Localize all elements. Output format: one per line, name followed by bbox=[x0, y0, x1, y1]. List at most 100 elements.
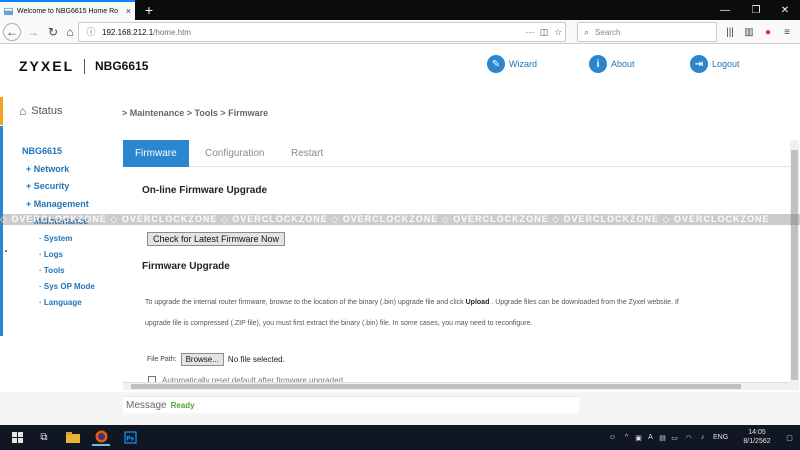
browser-tabbar: Welcome to NBG6615 Home Ro × + — ❐ ✕ bbox=[0, 0, 800, 20]
model-name: NBG6615 bbox=[95, 59, 149, 73]
online-upgrade-title: On-line Firmware Upgrade bbox=[142, 185, 268, 196]
status-label: Status bbox=[31, 105, 63, 117]
page-info-icon[interactable]: ⓘ bbox=[86, 27, 96, 37]
router-header: ZYXEL NBG6615 ✎ Wizard i About ⇥ Logout bbox=[0, 44, 800, 92]
home-icon[interactable]: ⌂ bbox=[61, 23, 79, 41]
sidebar-icon[interactable]: ▥ bbox=[741, 24, 757, 40]
decorative-dot bbox=[5, 250, 7, 252]
taskbar-clock[interactable]: 14:05 8/1/2562 bbox=[732, 428, 782, 446]
photoshop-icon[interactable]: Ps bbox=[121, 429, 139, 446]
message-label: Message bbox=[126, 399, 167, 411]
volume-icon[interactable]: ♪ bbox=[698, 433, 707, 442]
address-bar[interactable]: ⓘ 192.168.212.1/home.htm ··· ◫ ☆ bbox=[78, 22, 566, 42]
sidebar-item-security[interactable]: + Security bbox=[26, 181, 69, 191]
screen: Welcome to NBG6615 Home Ro × + — ❐ ✕ ← →… bbox=[0, 0, 800, 450]
logout-icon: ⇥ bbox=[690, 55, 708, 73]
sidebar-subitem-tools[interactable]: · Tools bbox=[39, 266, 65, 275]
browser-toolbar: ← → ↻ ⌂ ⓘ 192.168.212.1/home.htm ··· ◫ ☆… bbox=[0, 20, 800, 44]
search-placeholder: Search bbox=[595, 27, 621, 37]
svg-text:Ps: Ps bbox=[126, 437, 134, 443]
desc-text-a: To upgrade the internal router firmware,… bbox=[145, 299, 466, 306]
reload-icon[interactable]: ↻ bbox=[44, 23, 62, 41]
message-bar: Message Ready bbox=[123, 396, 579, 413]
notification-icon[interactable]: ▢ bbox=[785, 433, 794, 442]
wizard-icon: ✎ bbox=[487, 55, 505, 73]
sidebar-status[interactable]: ⌂ Status bbox=[0, 97, 113, 125]
window-minimize-button[interactable]: — bbox=[710, 0, 740, 20]
url-host: 192.168.212.1 bbox=[102, 27, 154, 37]
people-icon[interactable]: ☺ bbox=[608, 433, 617, 442]
zyxel-logo: ZYXEL bbox=[19, 58, 75, 74]
sidebar-item-network[interactable]: + Network bbox=[26, 164, 69, 174]
wifi-icon[interactable]: ◠ bbox=[684, 433, 693, 442]
url-text[interactable]: 192.168.212.1/home.htm bbox=[102, 28, 523, 37]
content-panel: Firmware Configuration Restart On-line F… bbox=[123, 140, 790, 390]
sidebar-item-management[interactable]: + Management bbox=[26, 199, 89, 209]
desc-text-c: . Upgrade files can be downloaded from t… bbox=[489, 299, 679, 306]
sidebar-subitem-language[interactable]: · Language bbox=[39, 298, 82, 307]
no-file-text: No file selected. bbox=[227, 355, 285, 364]
upgrade-description-line2: upgrade file is compressed (.ZIP file), … bbox=[145, 320, 533, 327]
back-arrow-icon[interactable]: ← bbox=[3, 23, 21, 41]
browse-button[interactable]: Browse... bbox=[180, 353, 224, 366]
breadcrumb: > Maintenance > Tools > Firmware bbox=[122, 108, 269, 118]
file-path-label: File Path: bbox=[147, 356, 177, 363]
battery-icon[interactable]: ▭ bbox=[670, 433, 679, 442]
tray-expand-icon[interactable]: ^ bbox=[622, 433, 631, 442]
logout-label: Logout bbox=[712, 59, 740, 69]
file-explorer-icon[interactable] bbox=[64, 429, 82, 446]
windows-start-icon[interactable] bbox=[8, 429, 26, 446]
url-path: /home.htm bbox=[153, 27, 191, 37]
pocket-icon[interactable]: ◫ bbox=[537, 27, 551, 38]
tab-close-icon[interactable]: × bbox=[126, 6, 131, 16]
message-status: Ready bbox=[170, 400, 195, 410]
content-tabs: Firmware Configuration Restart bbox=[123, 140, 790, 167]
sidebar-subitem-sys-op-mode[interactable]: · Sys OP Mode bbox=[39, 282, 95, 291]
new-tab-button[interactable]: + bbox=[140, 1, 158, 19]
desc-upload-word: Upload bbox=[465, 299, 490, 306]
language-indicator[interactable]: ENG bbox=[713, 434, 728, 441]
sidebar-device[interactable]: NBG6615 bbox=[22, 146, 62, 156]
page-favicon-icon bbox=[4, 7, 13, 15]
library-icon[interactable]: ||| bbox=[722, 24, 738, 40]
network-icon[interactable]: ▤ bbox=[658, 433, 667, 442]
search-input[interactable]: ⌕ Search bbox=[577, 22, 717, 42]
horizontal-scrollbar[interactable] bbox=[123, 382, 790, 390]
sidebar-menu: NBG6615 + Network + Security + Managemen… bbox=[0, 126, 113, 336]
wizard-label: Wizard bbox=[509, 59, 538, 69]
tab-configuration[interactable]: Configuration bbox=[193, 140, 276, 167]
about-label: About bbox=[611, 59, 635, 69]
upgrade-description-line1: To upgrade the internal router firmware,… bbox=[145, 299, 679, 306]
page-actions-icon[interactable]: ··· bbox=[523, 27, 537, 37]
tab-restart[interactable]: Restart bbox=[279, 140, 335, 167]
info-icon: i bbox=[589, 55, 607, 73]
vertical-scrollbar[interactable] bbox=[790, 140, 799, 390]
tab-title: Welcome to NBG6615 Home Ro bbox=[17, 7, 119, 15]
watermark-banner: ◇ OVERCLOCKZONE ◇ OVERCLOCKZONE ◇ OVERCL… bbox=[0, 214, 800, 225]
logout-link[interactable]: ⇥ Logout bbox=[690, 55, 740, 73]
tray-a-icon[interactable]: A bbox=[646, 433, 655, 442]
window-restore-button[interactable]: ❐ bbox=[741, 0, 771, 20]
tray-app-icon[interactable]: ▣ bbox=[634, 433, 643, 442]
window-close-button[interactable]: ✕ bbox=[770, 0, 800, 20]
sidebar-subitem-system[interactable]: · System bbox=[39, 234, 72, 243]
bookmark-star-icon[interactable]: ☆ bbox=[551, 27, 565, 38]
browser-tab[interactable]: Welcome to NBG6615 Home Ro × bbox=[0, 0, 135, 20]
search-icon: ⌕ bbox=[584, 26, 590, 37]
sidebar-subitem-logs[interactable]: · Logs bbox=[39, 250, 63, 259]
tab-firmware[interactable]: Firmware bbox=[123, 140, 189, 167]
task-view-icon[interactable]: ⧉ bbox=[35, 429, 53, 446]
clock-time: 14:05 bbox=[748, 429, 766, 436]
firmware-upgrade-title: Firmware Upgrade bbox=[142, 261, 230, 272]
check-firmware-button[interactable]: Check for Latest Firmware Now bbox=[147, 232, 286, 246]
sidebar: ⌂ Status NBG6615 + Network + Security + … bbox=[0, 92, 113, 395]
menu-icon[interactable]: ≡ bbox=[779, 24, 795, 40]
wizard-link[interactable]: ✎ Wizard bbox=[487, 55, 537, 73]
vertical-scroll-thumb[interactable] bbox=[791, 150, 798, 380]
about-link[interactable]: i About bbox=[589, 55, 635, 73]
firefox-icon[interactable] bbox=[92, 429, 110, 446]
addon-icon[interactable]: ● bbox=[760, 24, 776, 40]
clock-date: 8/1/2562 bbox=[743, 438, 771, 445]
forward-arrow-icon[interactable]: → bbox=[24, 23, 42, 41]
horizontal-scroll-thumb[interactable] bbox=[131, 384, 741, 389]
